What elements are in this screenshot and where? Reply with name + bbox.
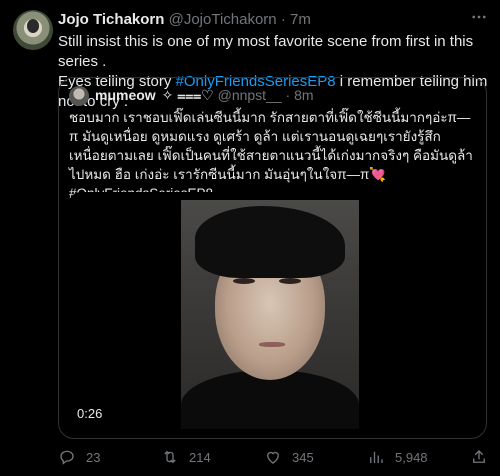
retweet-button[interactable]: 214 — [161, 448, 211, 466]
action-bar: 23 214 345 5,948 — [58, 448, 488, 468]
share-icon — [473, 450, 485, 463]
quote-header: mumeow ✧ ⩶♡ @nnpst__ · 8m — [95, 87, 314, 104]
author-avatar[interactable] — [13, 10, 53, 50]
more-icon[interactable] — [470, 8, 488, 31]
tweet-time[interactable]: 7m — [290, 11, 311, 28]
reply-icon — [60, 450, 74, 465]
quote-separator-dot: · — [285, 87, 291, 103]
quote-author-name[interactable]: mumeow — [95, 87, 156, 103]
quote-author-handle[interactable]: @nnpst__ — [218, 87, 282, 103]
quote-body: ชอบมาก เราชอบเฟิ๊ดเล่นซีนนี้มาก รักสายตา… — [69, 110, 473, 182]
like-button[interactable]: 345 — [264, 448, 314, 466]
quoted-tweet[interactable]: mumeow ✧ ⩶♡ @nnpst__ · 8m ชอบมาก เราชอบเ… — [58, 77, 487, 439]
quote-text: ชอบมาก เราชอบเฟิ๊ดเล่นซีนนี้มาก รักสายตา… — [69, 108, 479, 203]
views-icon — [370, 451, 383, 463]
author-name[interactable]: Jojo Tichakorn — [58, 11, 164, 28]
quote-time[interactable]: 8m — [294, 87, 313, 103]
separator-dot: · — [280, 11, 286, 28]
tweet-header: Jojo Tichakorn @JojoTichakorn · 7m — [58, 11, 311, 28]
frame-eye-right — [279, 278, 301, 284]
quote-name-symbols: ✧ ⩶♡ — [161, 87, 214, 103]
reply-button[interactable]: 23 — [58, 448, 100, 466]
tweet-text-line1: Still insist this is one of my most favo… — [58, 33, 474, 70]
share-button[interactable] — [470, 448, 488, 469]
like-count: 345 — [292, 449, 314, 465]
views-count: 5,948 — [395, 449, 428, 465]
retweet-count: 214 — [189, 449, 211, 465]
video-frame — [181, 200, 359, 429]
video-player[interactable]: 0:26 — [69, 192, 474, 429]
author-handle[interactable]: @JojoTichakorn — [169, 11, 277, 28]
frame-hair — [195, 206, 345, 278]
frame-eye-left — [233, 278, 255, 284]
retweet-icon — [164, 450, 176, 464]
views-button[interactable]: 5,948 — [367, 448, 428, 466]
tweet[interactable]: Jojo Tichakorn @JojoTichakorn · 7m Still… — [0, 0, 500, 476]
like-icon — [267, 451, 279, 464]
video-timecode: 0:26 — [77, 406, 103, 421]
frame-mouth — [259, 342, 285, 347]
reply-count: 23 — [86, 449, 101, 465]
quote-author-avatar[interactable] — [69, 86, 89, 106]
